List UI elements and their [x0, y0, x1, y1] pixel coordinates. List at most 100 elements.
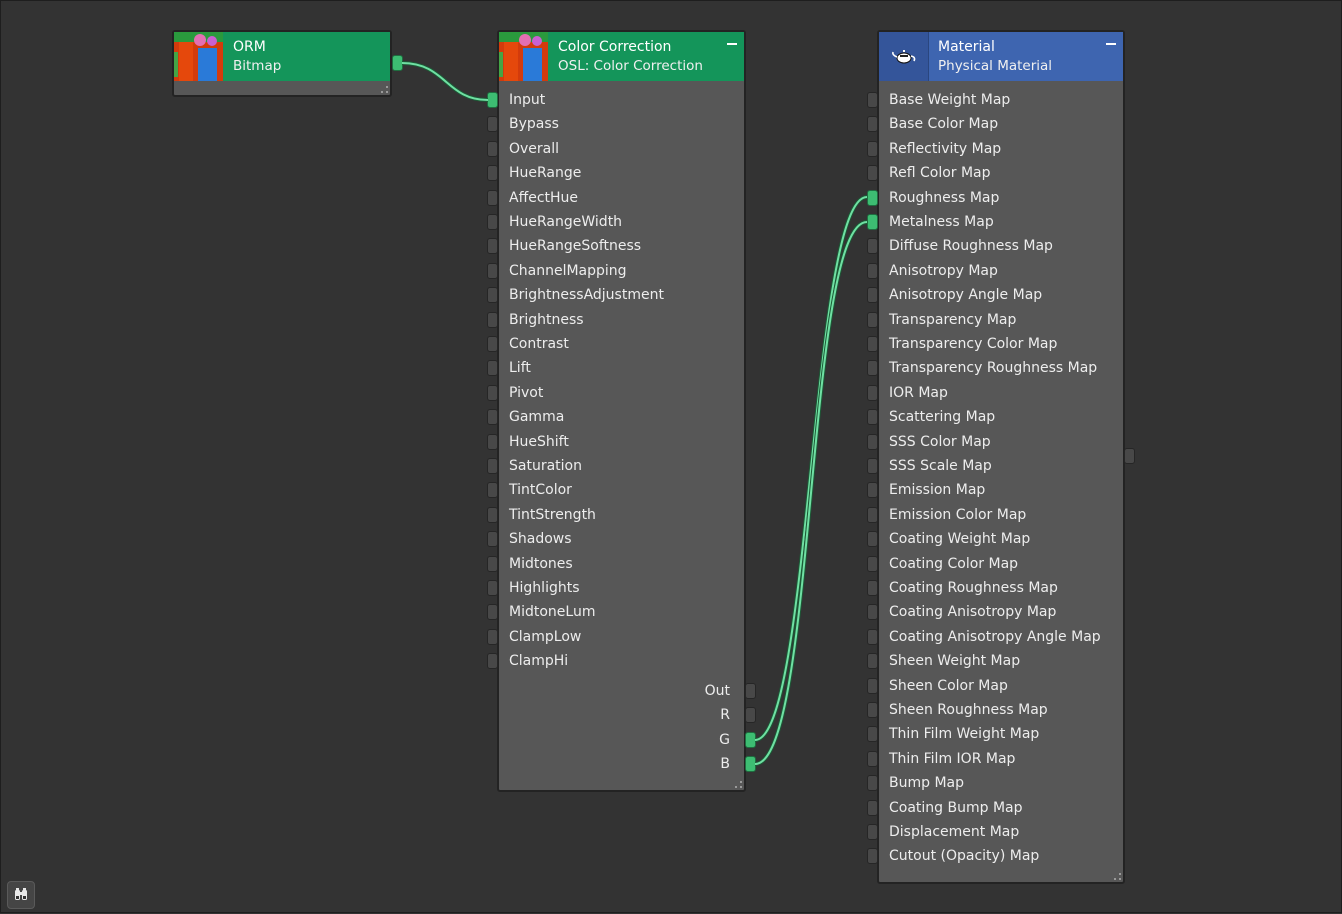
cc-input-label: HueShift — [509, 433, 569, 450]
mat-input-port-transparency-roughness-map[interactable] — [867, 360, 878, 377]
mat-input-port-coating-bump-map[interactable] — [867, 799, 878, 816]
resize-grip-icon[interactable] — [381, 86, 388, 93]
mat-input-port-metalness-map[interactable] — [867, 214, 878, 230]
cc-input-port-huerange[interactable] — [487, 165, 498, 182]
mat-input-label: Diffuse Roughness Map — [889, 238, 1053, 255]
node-editor-canvas[interactable]: ORM Bitmap Color Correction OSL: Color C… — [0, 0, 1342, 913]
resize-grip-icon[interactable] — [1114, 873, 1121, 880]
cc-output-port-r[interactable] — [745, 707, 756, 724]
orm-node-header[interactable]: ORM Bitmap — [174, 32, 390, 81]
mat-input-port-emission-map[interactable] — [867, 482, 878, 499]
cc-input-port-pivot[interactable] — [487, 384, 498, 401]
cc-output-port-out[interactable] — [745, 683, 756, 699]
cc-output-label: B — [720, 756, 730, 773]
cc-input-label: ChannelMapping — [509, 262, 627, 279]
mat-input-port-coating-color-map[interactable] — [867, 555, 878, 572]
mat-input-label: Thin Film IOR Map — [889, 750, 1016, 767]
cc-input-port-saturation[interactable] — [487, 458, 498, 474]
cc-input-label: Saturation — [509, 458, 582, 474]
cc-input-label: MidtoneLum — [509, 604, 596, 621]
mat-input-port-sheen-roughness-map[interactable] — [867, 702, 878, 718]
cc-input-port-lift[interactable] — [487, 360, 498, 377]
mat-input-label: Scattering Map — [889, 409, 996, 426]
wire-cc-g-to-roughness — [754, 196, 868, 741]
cc-input-port-input[interactable] — [487, 92, 498, 108]
cc-input-label: HueRangeWidth — [509, 214, 623, 230]
mat-input-port-transparency-map[interactable] — [867, 311, 878, 328]
cc-input-port-clamphi[interactable] — [487, 653, 498, 670]
cc-input-port-tintstrength[interactable] — [487, 506, 498, 523]
minimize-icon[interactable] — [725, 37, 739, 51]
cc-input-port-midtones[interactable] — [487, 555, 498, 572]
material-output-port[interactable] — [1124, 448, 1135, 464]
cc-input-port-brightnessadjustment[interactable] — [487, 287, 498, 304]
mat-input-port-sss-scale-map[interactable] — [867, 458, 878, 474]
mat-input-port-diffuse-roughness-map[interactable] — [867, 238, 878, 255]
mat-input-port-scattering-map[interactable] — [867, 409, 878, 426]
cc-input-port-midtonelum[interactable] — [487, 604, 498, 621]
mat-input-port-transparency-color-map[interactable] — [867, 336, 878, 352]
mat-input-label: Cutout (Opacity) Map — [889, 848, 1040, 865]
mat-input-port-sheen-color-map[interactable] — [867, 677, 878, 694]
cc-input-port-brightness[interactable] — [487, 311, 498, 328]
material-node-header[interactable]: Material Physical Material — [879, 32, 1123, 81]
cc-input-port-channelmapping[interactable] — [487, 262, 498, 279]
wire-orm-to-cc-input — [401, 62, 489, 101]
cc-input-port-tintcolor[interactable] — [487, 482, 498, 499]
mat-input-port-sss-color-map[interactable] — [867, 433, 878, 450]
minimize-icon[interactable] — [1104, 37, 1118, 51]
cc-input-label: Overall — [509, 140, 560, 157]
mat-input-label: Base Color Map — [889, 116, 999, 133]
mat-input-port-cutout-opacity-map[interactable] — [867, 848, 878, 865]
cc-input-port-huerangesoftness[interactable] — [487, 238, 498, 255]
mat-input-port-base-color-map[interactable] — [867, 116, 878, 133]
mat-input-port-reflectivity-map[interactable] — [867, 140, 878, 157]
cc-output-port-g[interactable] — [745, 731, 756, 748]
cc-input-port-bypass[interactable] — [487, 116, 498, 133]
mat-input-port-refl-color-map[interactable] — [867, 165, 878, 182]
mat-input-port-sheen-weight-map[interactable] — [867, 653, 878, 670]
cc-node-header[interactable]: Color Correction OSL: Color Correction — [499, 32, 744, 81]
cc-input-port-affecthue[interactable] — [487, 189, 498, 206]
material-node-subtitle: Physical Material — [938, 58, 1053, 74]
cc-input-label: Contrast — [509, 336, 569, 352]
mat-input-port-ior-map[interactable] — [867, 384, 878, 401]
resize-grip-icon[interactable] — [735, 781, 742, 788]
cc-input-label: HueRange — [509, 165, 582, 182]
cc-input-port-gamma[interactable] — [487, 409, 498, 426]
orm-node-subtitle: Bitmap — [233, 58, 282, 74]
cc-output-port-b[interactable] — [745, 756, 756, 773]
mat-input-port-thin-film-ior-map[interactable] — [867, 750, 878, 767]
mat-input-port-coating-anisotropy-angle-map[interactable] — [867, 628, 878, 645]
cc-input-port-shadows[interactable] — [487, 531, 498, 548]
cc-input-label: AffectHue — [509, 189, 579, 206]
mat-input-port-roughness-map[interactable] — [867, 189, 878, 206]
mat-input-port-anisotropy-angle-map[interactable] — [867, 287, 878, 304]
mat-input-label: Base Weight Map — [889, 92, 1011, 108]
mat-input-label: Roughness Map — [889, 189, 1000, 206]
mat-input-port-coating-anisotropy-map[interactable] — [867, 604, 878, 621]
mat-input-port-thin-film-weight-map[interactable] — [867, 726, 878, 743]
mat-input-label: Displacement Map — [889, 824, 1020, 840]
orm-output-port[interactable] — [392, 55, 403, 71]
mat-input-label: Anisotropy Map — [889, 262, 998, 279]
mat-input-label: Transparency Roughness Map — [889, 360, 1098, 377]
cc-input-port-clamplow[interactable] — [487, 628, 498, 645]
cc-input-port-contrast[interactable] — [487, 336, 498, 352]
mat-input-port-bump-map[interactable] — [867, 775, 878, 792]
mat-input-port-anisotropy-map[interactable] — [867, 262, 878, 279]
material-node-title: Material — [938, 39, 995, 55]
cc-input-port-hueshift[interactable] — [487, 433, 498, 450]
cc-input-port-huerangewidth[interactable] — [487, 214, 498, 230]
cc-input-port-overall[interactable] — [487, 140, 498, 157]
mat-input-port-displacement-map[interactable] — [867, 824, 878, 840]
mat-input-port-base-weight-map[interactable] — [867, 92, 878, 108]
mat-input-port-emission-color-map[interactable] — [867, 506, 878, 523]
binoculars-button[interactable] — [7, 881, 35, 909]
mat-input-port-coating-weight-map[interactable] — [867, 531, 878, 548]
orm-bitmap-node[interactable]: ORM Bitmap — [172, 30, 392, 97]
mat-input-label: Thin Film Weight Map — [889, 726, 1040, 743]
mat-input-port-coating-roughness-map[interactable] — [867, 580, 878, 596]
cc-input-port-highlights[interactable] — [487, 580, 498, 596]
cc-input-label: Highlights — [509, 580, 580, 596]
